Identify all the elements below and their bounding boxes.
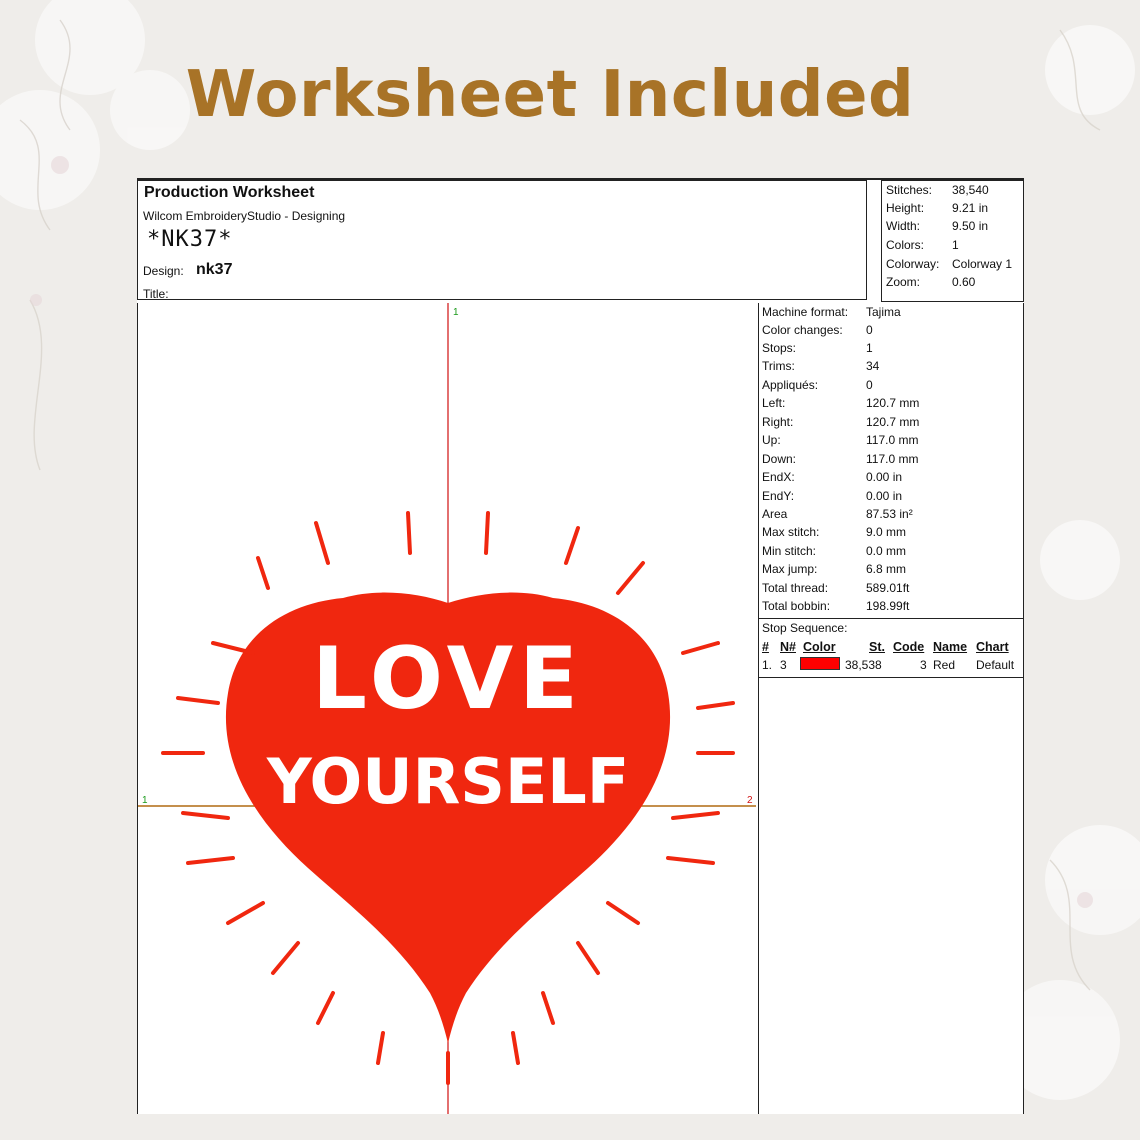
stop-sequence-title: Stop Sequence: — [762, 621, 848, 635]
stat-colors: Colors: 1 — [886, 238, 959, 252]
param-row: Stops: 1 — [762, 341, 873, 355]
param-row: Up: 117.0 mm — [762, 433, 919, 447]
col-header-needle: N# — [780, 640, 796, 654]
worksheet-header: Production Worksheet Wilcom EmbroiderySt… — [137, 180, 867, 301]
ray-stroke — [564, 526, 580, 565]
embroidery-design: 1 1 2 LOVE YOURSELF — [138, 303, 756, 1114]
axis-label-top: 1 — [453, 307, 459, 318]
param-row: Color changes: 0 — [762, 323, 873, 337]
ray-stroke — [671, 811, 720, 820]
design-name: nk37 — [196, 261, 233, 278]
design-code: *NK37* — [147, 227, 233, 252]
design-label: Design: — [143, 264, 184, 278]
stop-chart: Default — [976, 658, 1015, 672]
ray-stroke — [666, 856, 715, 865]
ray-stroke — [271, 941, 300, 975]
stop-sequence: Stop Sequence: # N# Color St. Code Name … — [759, 618, 1023, 678]
ray-stroke — [314, 521, 330, 565]
stat-stitches: Stitches: 38,540 — [886, 183, 989, 197]
ray-stroke — [176, 696, 220, 705]
col-header-name: Name — [933, 640, 968, 654]
param-row: Appliqués: 0 — [762, 378, 873, 392]
ray-stroke — [316, 991, 335, 1025]
ray-stroke — [406, 511, 412, 555]
param-row: Down: 117.0 mm — [762, 452, 919, 466]
design-preview: 1 1 2 LOVE YOURSELF — [137, 303, 759, 1114]
param-row: Max jump: 6.8 mm — [762, 562, 907, 576]
param-row: EndY: 0.00 in — [762, 489, 903, 503]
stop-needle: 3 — [780, 658, 787, 672]
ray-stroke — [484, 511, 490, 555]
axis-label-left: 1 — [142, 795, 148, 806]
ray-stroke — [186, 856, 235, 865]
param-row: Left: 120.7 mm — [762, 396, 920, 410]
design-text-love: LOVE — [312, 629, 584, 729]
title-label: Title: — [143, 287, 169, 301]
param-row: Machine format: Tajima — [762, 305, 901, 319]
production-worksheet: Production Worksheet Wilcom EmbroiderySt… — [137, 178, 1024, 1114]
stat-zoom: Zoom: 0.60 — [886, 275, 976, 289]
machine-parameters: Machine format: Tajima Color changes: 0 St… — [759, 303, 1024, 1114]
param-row: Max stitch: 9.0 mm — [762, 525, 907, 539]
param-row: Trims: 34 — [762, 359, 880, 373]
ray-stroke — [681, 641, 720, 655]
stop-code: 3 — [920, 658, 927, 672]
param-row: Min stitch: 0.0 mm — [762, 544, 907, 558]
page-heading: Worksheet Included — [185, 58, 915, 132]
col-header-stitches: St. — [869, 640, 885, 654]
ray-stroke — [616, 561, 645, 595]
stop-color-name: Red — [933, 658, 956, 672]
stop-stitches: 38,538 — [845, 658, 882, 672]
ray-stroke — [226, 901, 265, 925]
param-row: Total thread: 589.01ft — [762, 581, 910, 595]
software-name: Wilcom EmbroideryStudio - Designing — [143, 209, 346, 223]
col-header-num: # — [762, 640, 769, 654]
stat-height: Height: 9.21 in — [886, 201, 989, 215]
stat-colorway: Colorway: Colorway 1 — [886, 257, 1013, 271]
ray-stroke — [576, 941, 600, 975]
color-swatch — [800, 657, 840, 670]
param-row: Area 87.53 in² — [762, 507, 913, 521]
stat-width: Width: 9.50 in — [886, 219, 989, 233]
ray-stroke — [181, 811, 230, 820]
ray-stroke — [696, 701, 735, 710]
ray-stroke — [256, 556, 270, 590]
col-header-chart: Chart — [976, 640, 1009, 654]
summary-stats: Stitches: 38,540 Height: 9.21 in Width: 9.5… — [881, 180, 1024, 302]
param-row: Total bobbin: 198.99ft — [762, 599, 910, 613]
ray-stroke — [376, 1031, 385, 1065]
col-header-code: Code — [893, 640, 925, 654]
axis-label-right: 2 — [747, 795, 753, 806]
param-row: Right: 120.7 mm — [762, 415, 920, 429]
ray-stroke — [606, 901, 640, 925]
col-header-color: Color — [803, 640, 836, 654]
worksheet-title: Production Worksheet — [144, 184, 315, 201]
param-row: EndX: 0.00 in — [762, 470, 903, 484]
ray-stroke — [511, 1031, 520, 1065]
ray-stroke — [541, 991, 555, 1025]
stop-num: 1. — [762, 658, 773, 672]
design-text-yourself: YOURSELF — [266, 745, 629, 818]
